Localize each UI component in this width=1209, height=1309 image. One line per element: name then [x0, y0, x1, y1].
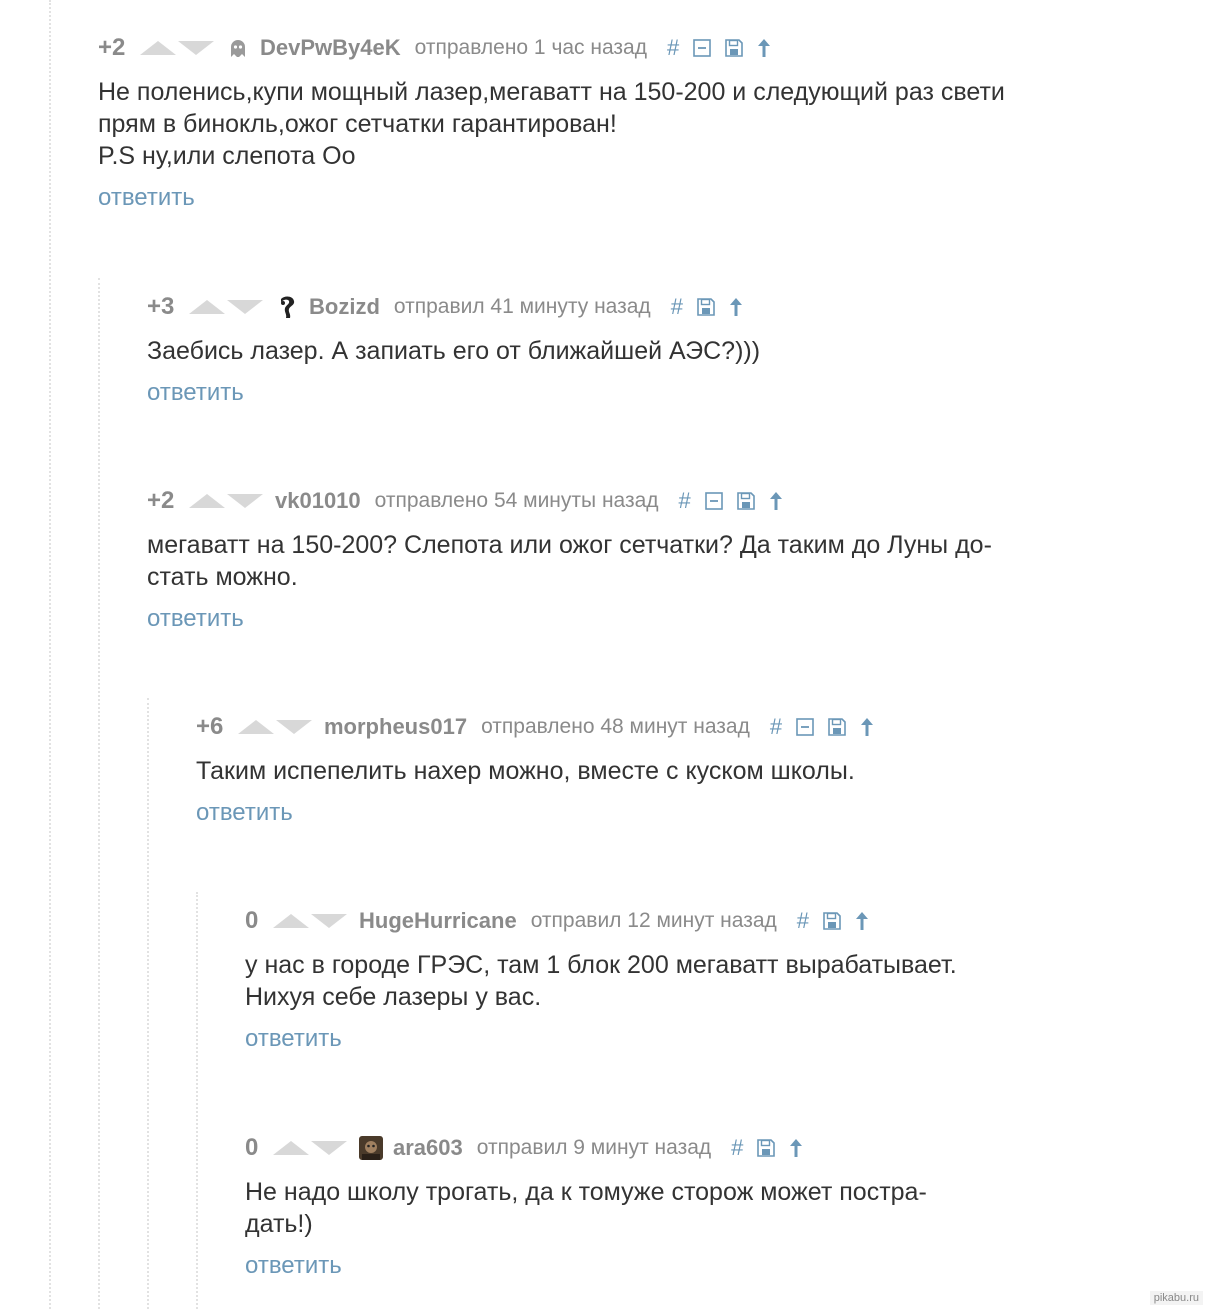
downvote-icon[interactable]	[276, 720, 312, 734]
ghost-avatar[interactable]	[226, 36, 250, 60]
comment: +3 Bozizd отправил 41 минуту назад # Зае…	[147, 291, 760, 407]
hash-icon[interactable]: #	[667, 35, 679, 61]
comment-body: Не надо школу трогать, да к томуже сторо…	[245, 1178, 927, 1238]
up-arrow-icon[interactable]	[769, 491, 783, 511]
comment-header: 0 HugeHurricane отправил 12 минут назад …	[245, 905, 957, 937]
collapse-icon[interactable]	[796, 718, 814, 736]
rating: +6	[196, 713, 224, 740]
thread-line-1	[49, 0, 51, 1309]
up-arrow-icon[interactable]	[789, 1138, 803, 1158]
comment-header: +3 Bozizd отправил 41 минуту назад #	[147, 291, 760, 323]
comment: 0 HugeHurricane отправил 12 минут назад …	[245, 905, 957, 1053]
hash-icon[interactable]: #	[679, 488, 691, 514]
timestamp: отправил 9 минут назад	[476, 1136, 712, 1159]
upvote-icon[interactable]	[238, 720, 274, 734]
comment-body: Не поленись,купи мощный лазер,мегаватт н…	[98, 78, 1005, 170]
photo-avatar[interactable]	[359, 1136, 383, 1160]
figure-avatar[interactable]	[275, 295, 299, 319]
author-link[interactable]: HugeHurricane	[359, 908, 517, 934]
upvote-icon[interactable]	[189, 494, 225, 508]
collapse-icon[interactable]	[704, 492, 723, 510]
thread-line-2	[98, 278, 100, 1309]
reply-link[interactable]: ответить	[147, 605, 244, 633]
comment: 0 ara603 отправил 9 минут назад # Не над…	[245, 1132, 927, 1280]
downvote-icon[interactable]	[311, 1141, 347, 1155]
author-link[interactable]: ara603	[393, 1135, 463, 1161]
comment-body: Таким испепелить нахер можно, вместе с к…	[196, 757, 855, 785]
rating: +2	[98, 34, 126, 61]
comment-header: +2 vk01010 отправлено 54 минуты назад #	[147, 485, 992, 517]
upvote-icon[interactable]	[140, 41, 176, 55]
hash-icon[interactable]: #	[671, 294, 683, 320]
up-arrow-icon[interactable]	[729, 297, 743, 317]
comment: +2 vk01010 отправлено 54 минуты назад # …	[147, 485, 992, 633]
save-icon[interactable]	[757, 1139, 776, 1157]
comment-header: 0 ara603 отправил 9 минут назад #	[245, 1132, 927, 1164]
save-icon[interactable]	[828, 718, 846, 736]
author-link[interactable]: Bozizd	[309, 294, 380, 320]
upvote-icon[interactable]	[189, 300, 225, 314]
rating: 0	[245, 907, 259, 934]
comment: +2 DevPwBy4eK отправлено 1 час назад # Н…	[98, 32, 1005, 212]
up-arrow-icon[interactable]	[757, 38, 771, 58]
thread-line-4	[196, 892, 198, 1309]
timestamp: отправил 41 минуту назад	[393, 295, 651, 318]
hash-icon[interactable]: #	[770, 714, 782, 740]
save-icon[interactable]	[725, 39, 744, 57]
timestamp: отправлено 48 минут назад	[481, 715, 750, 738]
up-arrow-icon[interactable]	[860, 717, 874, 737]
comment-header: +2 DevPwBy4eK отправлено 1 час назад #	[98, 32, 1005, 64]
timestamp: отправлено 1 час назад	[414, 36, 647, 59]
downvote-icon[interactable]	[311, 914, 347, 928]
downvote-icon[interactable]	[227, 494, 263, 508]
reply-link[interactable]: ответить	[196, 799, 293, 827]
save-icon[interactable]	[823, 912, 841, 930]
comment-body: мегаватт на 150-200? Слепота или ожог се…	[147, 531, 992, 591]
author-link[interactable]: morpheus017	[324, 714, 467, 740]
comment-body: Заебись лазер. А запиать его от ближайше…	[147, 337, 761, 365]
rating: +2	[147, 487, 175, 514]
timestamp: отправлено 54 минуты назад	[374, 489, 659, 512]
upvote-icon[interactable]	[273, 914, 309, 928]
hash-icon[interactable]: #	[731, 1135, 743, 1161]
reply-link[interactable]: ответить	[245, 1252, 342, 1280]
reply-link[interactable]: ответить	[98, 184, 195, 212]
collapse-icon[interactable]	[693, 39, 712, 57]
thread-line-3	[147, 698, 149, 1309]
hash-icon[interactable]: #	[797, 908, 809, 934]
author-link[interactable]: vk01010	[275, 488, 361, 514]
comment: +6 morpheus017 отправлено 48 минут назад…	[196, 711, 888, 827]
downvote-icon[interactable]	[178, 41, 214, 55]
save-icon[interactable]	[697, 298, 715, 316]
reply-link[interactable]: ответить	[245, 1025, 342, 1053]
reply-link[interactable]: ответить	[147, 379, 244, 407]
downvote-icon[interactable]	[227, 300, 263, 314]
timestamp: отправил 12 минут назад	[530, 909, 777, 932]
rating: +3	[147, 293, 175, 320]
up-arrow-icon[interactable]	[855, 911, 869, 931]
rating: 0	[245, 1134, 259, 1161]
comment-body: у нас в городе ГРЭС, там 1 блок 200 мега…	[245, 951, 957, 1011]
upvote-icon[interactable]	[273, 1141, 309, 1155]
watermark: pikabu.ru	[1149, 1291, 1203, 1305]
comment-header: +6 morpheus017 отправлено 48 минут назад…	[196, 711, 888, 743]
save-icon[interactable]	[736, 492, 755, 510]
author-link[interactable]: DevPwBy4eK	[260, 35, 401, 61]
